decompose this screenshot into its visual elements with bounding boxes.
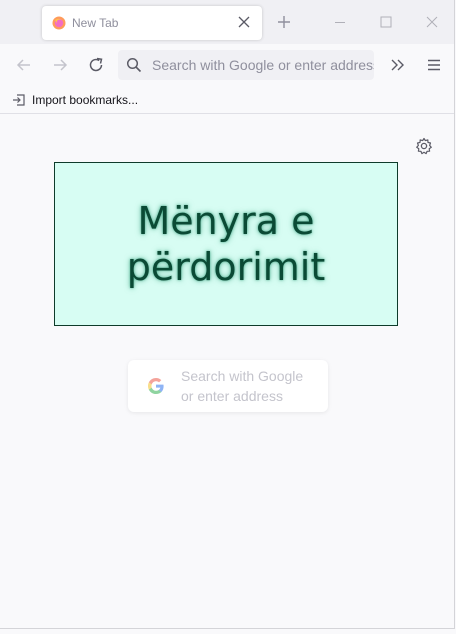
- back-icon[interactable]: [14, 55, 34, 75]
- browser-window: New Tab Search with Google or enter addr…: [0, 0, 455, 629]
- minimize-icon[interactable]: [330, 12, 350, 32]
- address-bar[interactable]: [118, 50, 374, 80]
- google-logo-icon: [146, 376, 166, 396]
- close-icon[interactable]: [234, 12, 254, 32]
- banner-line-2: përdorimit: [126, 245, 326, 289]
- tab-title: New Tab: [72, 16, 119, 30]
- search-placeholder-line-1: Search with Google: [181, 368, 304, 384]
- gear-icon[interactable]: [414, 136, 434, 156]
- navigation-toolbar: [0, 44, 454, 86]
- import-bookmarks-label: Import bookmarks...: [32, 93, 139, 107]
- reload-icon[interactable]: [86, 55, 106, 75]
- plus-icon[interactable]: [274, 12, 294, 32]
- overlay-banner: Mënyra e përdorimit: [54, 162, 398, 326]
- firefox-icon: [52, 16, 66, 30]
- new-tab-page: Mënyra e përdorimit Search with Google o…: [0, 114, 454, 628]
- bookmarks-toolbar: Import bookmarks...: [0, 86, 454, 114]
- tab-strip: New Tab: [0, 0, 454, 44]
- search-placeholder-line-2: or enter address: [181, 388, 283, 404]
- url-input[interactable]: [152, 50, 374, 80]
- import-bookmarks-button[interactable]: Import bookmarks...: [11, 91, 138, 109]
- import-icon: [11, 92, 27, 108]
- banner-line-1: Mënyra e: [137, 199, 315, 243]
- hamburger-menu-icon[interactable]: [424, 55, 444, 75]
- tab-new-tab[interactable]: New Tab: [42, 6, 262, 40]
- overflow-icon[interactable]: [388, 55, 408, 75]
- maximize-icon[interactable]: [376, 12, 396, 32]
- forward-icon[interactable]: [50, 55, 70, 75]
- web-search-box[interactable]: Search with Google or enter address: [128, 360, 328, 412]
- close-window-icon[interactable]: [422, 12, 442, 32]
- search-icon: [126, 57, 142, 73]
- banner-text: Mënyra e përdorimit: [127, 198, 325, 290]
- search-placeholder: Search with Google or enter address: [181, 366, 321, 406]
